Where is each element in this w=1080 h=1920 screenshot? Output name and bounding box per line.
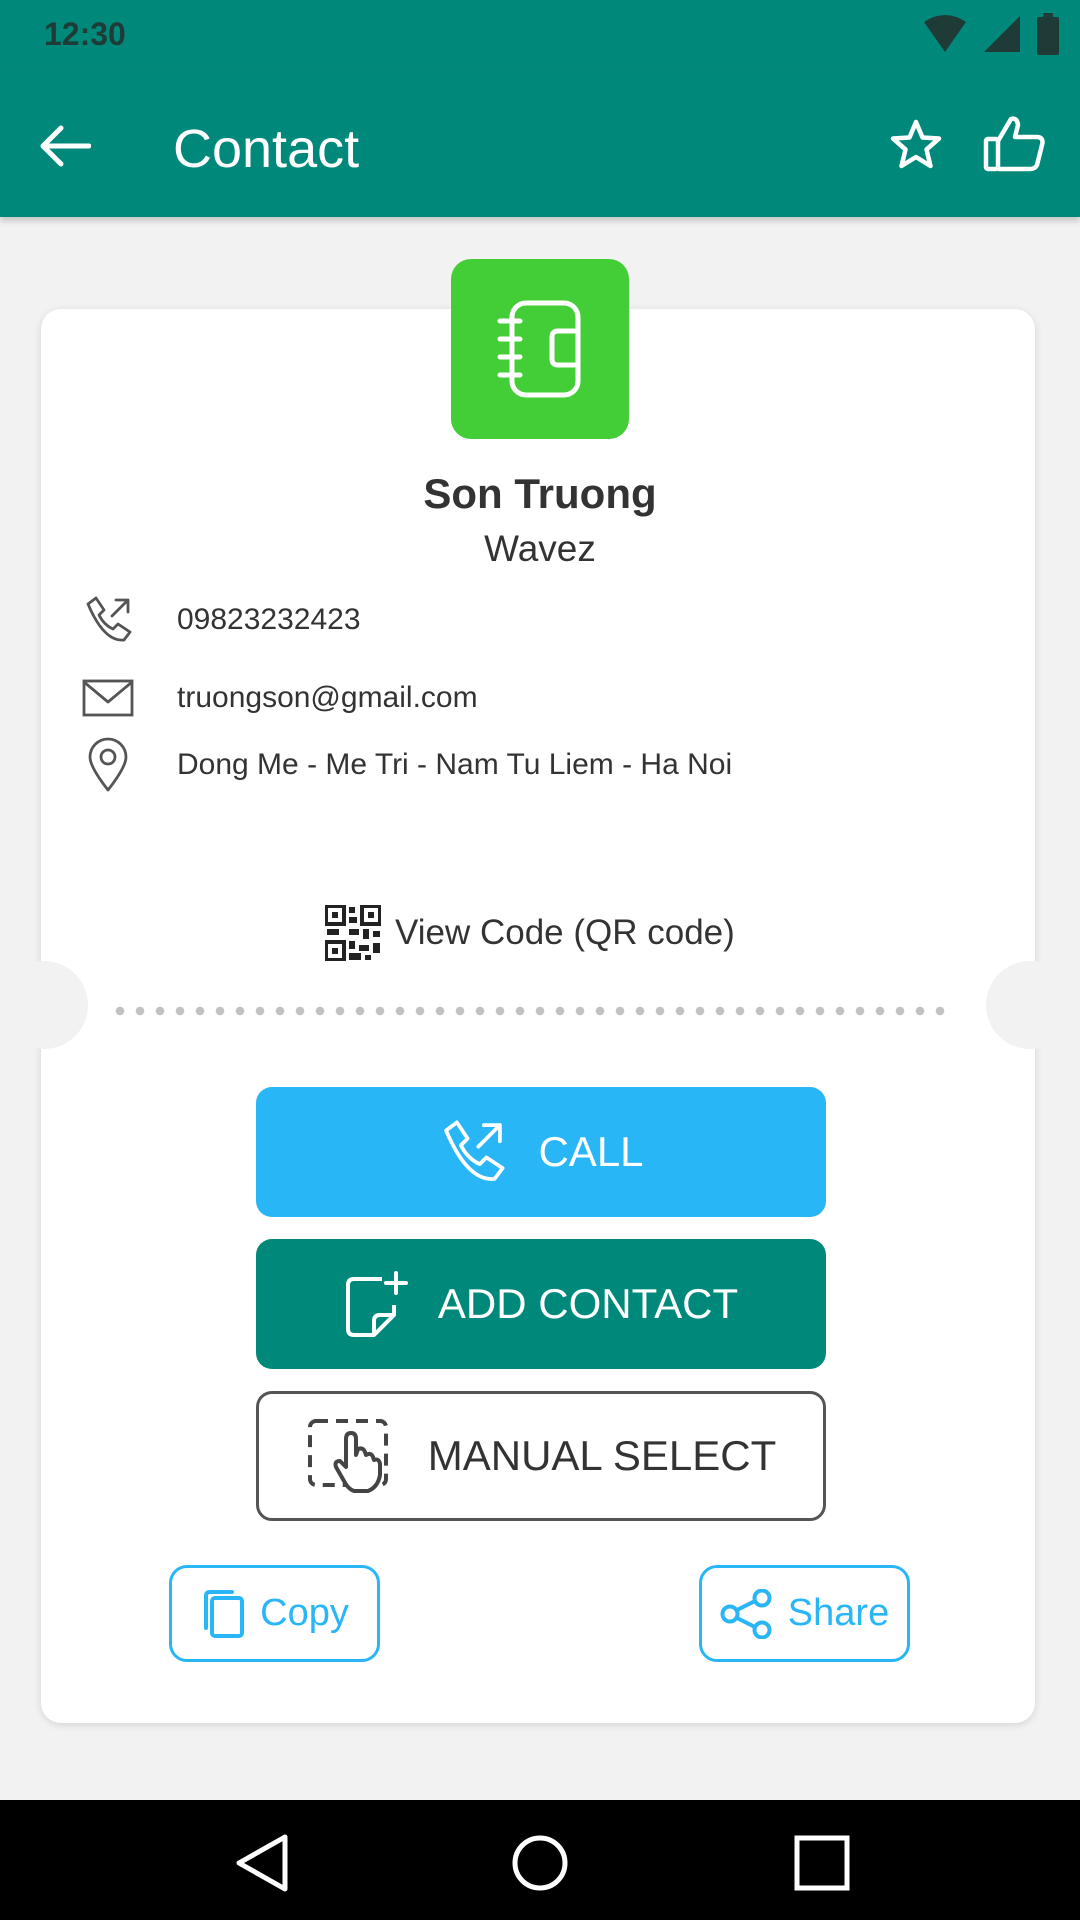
address: Dong Me - Me Tri - Nam Tu Liem - Ha Noi (177, 748, 733, 781)
view-qr-code-label: View Code (QR code) (395, 913, 735, 952)
arrow-left-icon (40, 125, 91, 167)
copy-icon (204, 1589, 245, 1638)
mail-icon (78, 670, 138, 726)
card-notch-left (0, 961, 88, 1049)
copy-label: Copy (260, 1592, 349, 1634)
manual-select-button[interactable]: MANUAL SELECT (256, 1391, 826, 1521)
email-address: truongson@gmail.com (177, 681, 478, 714)
share-icon (720, 1588, 772, 1639)
circle-home-icon (512, 1835, 568, 1891)
nav-recents-button[interactable] (789, 1830, 855, 1896)
back-button[interactable] (30, 112, 98, 180)
add-contact-button[interactable]: ADD CONTACT (256, 1239, 826, 1369)
add-contact-label: ADD CONTACT (437, 1280, 739, 1327)
email-row[interactable]: truongson@gmail.com (78, 670, 478, 726)
like-button[interactable] (979, 110, 1051, 178)
star-icon (890, 119, 942, 169)
phone-number: 09823232423 (177, 603, 361, 636)
share-label: Share (787, 1592, 890, 1634)
contact-book-icon (497, 300, 581, 398)
copy-button[interactable]: Copy (169, 1565, 380, 1662)
square-recents-icon (794, 1835, 850, 1891)
system-nav-bar (0, 1800, 1080, 1920)
address-row[interactable]: Dong Me - Me Tri - Nam Tu Liem - Ha Noi (78, 737, 732, 793)
call-label: CALL (538, 1128, 644, 1175)
contact-book-logo (451, 259, 629, 439)
location-pin-icon (78, 737, 138, 793)
phone-outgoing-icon (444, 1120, 505, 1181)
status-time: 12:30 (44, 16, 126, 52)
dotted-divider (110, 1006, 950, 1016)
page-title: Contact (173, 119, 360, 179)
nav-home-button[interactable] (507, 1830, 573, 1896)
contact-name: Son Truong (423, 470, 657, 517)
share-button[interactable]: Share (699, 1565, 910, 1662)
manual-select-label: MANUAL SELECT (427, 1432, 777, 1479)
status-bar: 12:30 (0, 0, 1080, 72)
battery-icon (1036, 12, 1060, 60)
phone-outgoing-icon (78, 592, 138, 648)
nav-back-button[interactable] (228, 1830, 294, 1896)
app-bar: Contact (0, 72, 1080, 217)
status-icons (922, 12, 1060, 60)
qr-code-icon (325, 905, 381, 961)
signal-icon (982, 14, 1022, 59)
phone-row[interactable]: 09823232423 (78, 592, 361, 648)
card-notch-right (986, 961, 1074, 1049)
thumbs-up-icon (983, 116, 1045, 172)
add-note-icon (345, 1271, 408, 1337)
call-button[interactable]: CALL (256, 1087, 826, 1217)
triangle-back-icon (236, 1834, 288, 1892)
wifi-icon (922, 14, 968, 59)
favorite-button[interactable] (883, 112, 949, 178)
hand-select-icon (307, 1419, 388, 1493)
view-qr-code-link[interactable]: View Code (QR code) (325, 903, 735, 963)
contact-company: Wavez (484, 528, 596, 569)
